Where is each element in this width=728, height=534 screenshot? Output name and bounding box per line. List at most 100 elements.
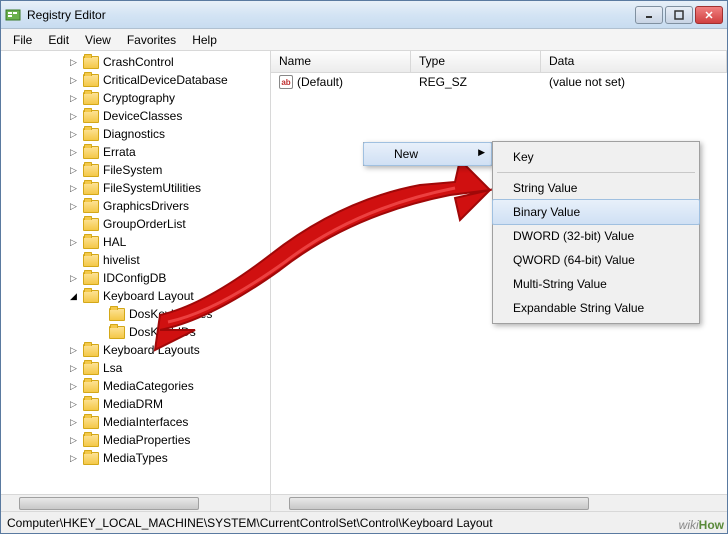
folder-icon [83, 110, 99, 123]
tree-node[interactable]: ▷MediaCategories [1, 377, 270, 395]
submenu-dword-value[interactable]: DWORD (32-bit) Value [493, 224, 699, 248]
watermark-suffix: How [699, 518, 724, 532]
expand-icon[interactable]: ▷ [69, 112, 78, 121]
expand-icon[interactable]: ▷ [69, 436, 78, 445]
window-controls [635, 6, 723, 24]
tree-node[interactable]: ▷MediaProperties [1, 431, 270, 449]
submenu-expandable-string-value[interactable]: Expandable String Value [493, 296, 699, 320]
folder-icon [83, 434, 99, 447]
header-type[interactable]: Type [411, 51, 541, 72]
app-icon [5, 7, 21, 23]
tree-node[interactable]: DosKeybCodes [1, 305, 270, 323]
tree-label: hivelist [103, 253, 140, 267]
tree-node[interactable]: ▷Keyboard Layouts [1, 341, 270, 359]
expand-icon[interactable]: ▷ [69, 184, 78, 193]
menu-view[interactable]: View [77, 31, 119, 49]
tree-node[interactable]: ▷ Cryptography [1, 89, 270, 107]
tree-node[interactable]: ▷CrashControl [1, 53, 270, 71]
tree-node[interactable]: ▷CriticalDeviceDatabase [1, 71, 270, 89]
titlebar[interactable]: Registry Editor [1, 1, 727, 29]
expand-icon[interactable]: ▷ [69, 130, 78, 139]
submenu-qword-value[interactable]: QWORD (64-bit) Value [493, 248, 699, 272]
folder-icon [83, 182, 99, 195]
new-submenu: Key String Value Binary Value DWORD (32-… [492, 141, 700, 324]
folder-icon [83, 164, 99, 177]
tree-label: GroupOrderList [103, 217, 186, 231]
tree-node[interactable]: DosKeybIDs [1, 323, 270, 341]
tree-label: MediaDRM [103, 397, 163, 411]
expand-icon[interactable]: ▷ [69, 274, 78, 283]
menu-help[interactable]: Help [184, 31, 225, 49]
list-hscrollbar[interactable] [271, 494, 727, 511]
folder-icon [83, 56, 99, 69]
expand-icon[interactable]: ▷ [69, 346, 78, 355]
tree-hscrollbar[interactable] [1, 494, 270, 511]
expand-icon[interactable]: ▷ [69, 58, 78, 67]
maximize-button[interactable] [665, 6, 693, 24]
tree-node[interactable]: ▷HAL [1, 233, 270, 251]
folder-icon [83, 416, 99, 429]
menu-favorites[interactable]: Favorites [119, 31, 184, 49]
tree-node[interactable]: GroupOrderList [1, 215, 270, 233]
header-name[interactable]: Name [271, 51, 411, 72]
tree-node[interactable]: ▷ MediaInterfaces [1, 413, 270, 431]
tree-node[interactable]: ◢ Keyboard Layout [1, 287, 270, 305]
folder-icon [83, 272, 99, 285]
tree-node[interactable]: ▷ GraphicsDrivers [1, 197, 270, 215]
expand-icon[interactable]: ▷ [69, 202, 78, 211]
submenu-binary-value[interactable]: Binary Value [492, 199, 700, 225]
folder-icon [83, 236, 99, 249]
folder-icon [83, 92, 99, 105]
submenu-multi-string-value[interactable]: Multi-String Value [493, 272, 699, 296]
tree-pane: ▷CrashControl▷CriticalDeviceDatabase▷Cry… [1, 51, 271, 511]
tree-node[interactable]: ▷IDConfigDB [1, 269, 270, 287]
value-name: (Default) [297, 75, 343, 89]
tree-node[interactable]: ▷MediaTypes [1, 449, 270, 467]
tree-label: Lsa [103, 361, 122, 375]
registry-tree[interactable]: ▷CrashControl▷CriticalDeviceDatabase▷Cry… [1, 51, 270, 494]
menu-edit[interactable]: Edit [40, 31, 77, 49]
window-title: Registry Editor [27, 8, 635, 22]
expand-icon[interactable]: ▷ [69, 418, 78, 427]
tree-node[interactable]: ▷ Diagnostics [1, 125, 270, 143]
collapse-icon[interactable]: ◢ [69, 292, 78, 301]
submenu-key[interactable]: Key [493, 145, 699, 169]
tree-node[interactable]: hivelist [1, 251, 270, 269]
tree-node[interactable]: ▷DeviceClasses [1, 107, 270, 125]
context-new-label: New [394, 147, 418, 161]
folder-icon [83, 218, 99, 231]
context-new[interactable]: New ▶ [363, 142, 492, 166]
expand-icon[interactable]: ▷ [69, 238, 78, 247]
tree-label: Keyboard Layout [103, 289, 194, 303]
tree-node[interactable]: ▷FileSystemUtilities [1, 179, 270, 197]
expand-icon[interactable]: ▷ [69, 382, 78, 391]
list-row[interactable]: ab (Default) REG_SZ (value not set) [271, 73, 727, 91]
expand-icon[interactable]: ▷ [69, 454, 78, 463]
menu-file[interactable]: File [5, 31, 40, 49]
expand-icon[interactable]: ▷ [69, 94, 78, 103]
menubar: File Edit View Favorites Help [1, 29, 727, 51]
tree-label: Diagnostics [103, 127, 165, 141]
expand-icon[interactable]: ▷ [69, 364, 78, 373]
expand-icon[interactable]: ▷ [69, 400, 78, 409]
close-button[interactable] [695, 6, 723, 24]
tree-node[interactable]: ▷ FileSystem [1, 161, 270, 179]
folder-icon [109, 308, 125, 321]
header-data[interactable]: Data [541, 51, 727, 72]
tree-node[interactable]: ▷ Lsa [1, 359, 270, 377]
expand-icon[interactable]: ▷ [69, 148, 78, 157]
tree-label: GraphicsDrivers [103, 199, 189, 213]
tree-label: Cryptography [103, 91, 175, 105]
submenu-string-value[interactable]: String Value [493, 176, 699, 200]
tree-node[interactable]: ▷ MediaDRM [1, 395, 270, 413]
folder-icon [83, 74, 99, 87]
tree-label: MediaInterfaces [103, 415, 188, 429]
minimize-button[interactable] [635, 6, 663, 24]
expand-icon[interactable]: ▷ [69, 76, 78, 85]
tree-label: FileSystem [103, 163, 162, 177]
expand-icon[interactable]: ▷ [69, 166, 78, 175]
folder-icon [83, 290, 99, 303]
tree-label: Errata [103, 145, 136, 159]
folder-icon [83, 200, 99, 213]
tree-node[interactable]: ▷ Errata [1, 143, 270, 161]
